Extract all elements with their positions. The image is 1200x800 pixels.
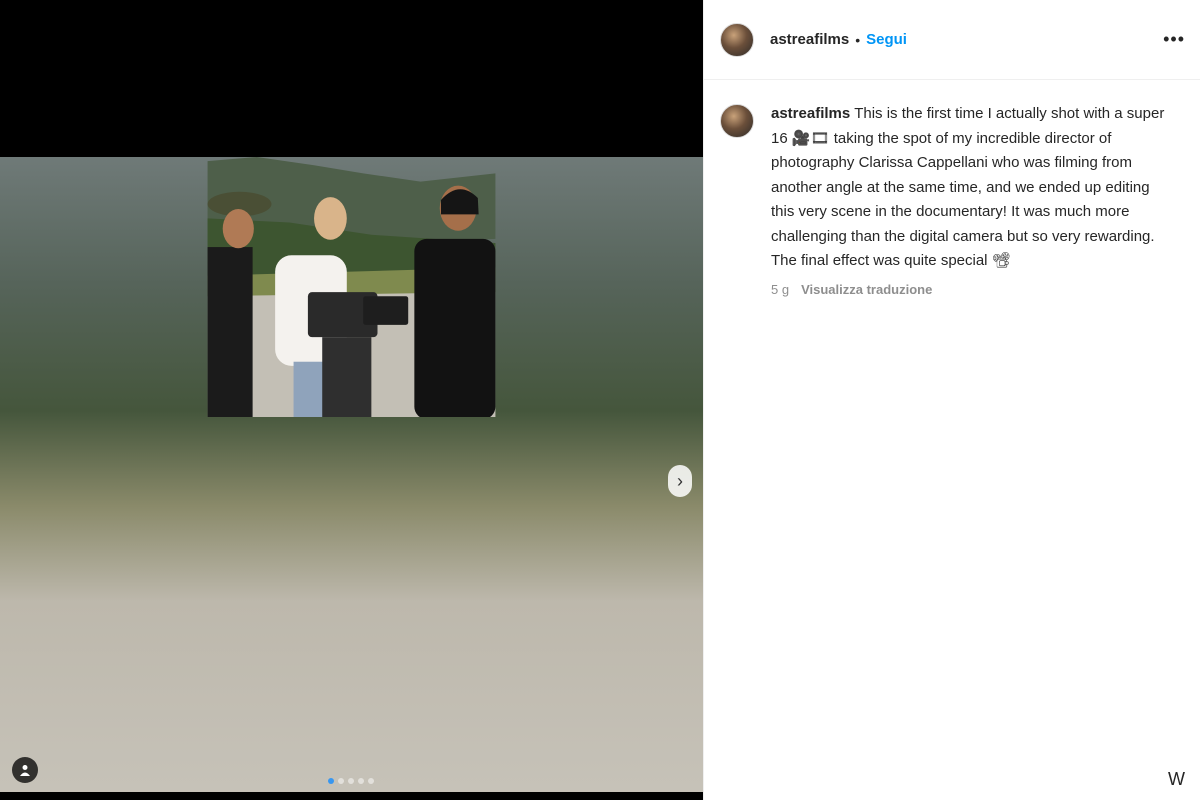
carousel-dot [328,778,334,784]
chevron-right-icon: › [677,470,683,491]
caption-avatar[interactable] [720,104,754,138]
caption-body: astreafilms This is the first time I actu… [771,102,1171,297]
carousel-dot [338,778,344,784]
post-header: astreafilms • Segui ••• [704,0,1200,80]
more-options-icon[interactable]: ••• [1163,29,1185,50]
header-username[interactable]: astreafilms [770,31,849,48]
caption-text: This is the first time I actually shot w… [771,105,1165,269]
post-media: › [0,0,703,800]
user-tag-icon [20,765,30,776]
carousel-indicator [328,778,374,784]
carousel-dot [358,778,364,784]
photo-background [207,157,496,417]
caption-username[interactable]: astreafilms [771,105,850,122]
caption-meta: 5 g Visualizza traduzione [771,282,1171,297]
post-caption: astreafilms This is the first time I actu… [704,80,1200,297]
avatar[interactable] [720,22,754,57]
caption-text-block: astreafilms This is the first time I actu… [771,102,1171,274]
post-side-panel: astreafilms • Segui ••• astreafilms This … [703,0,1200,800]
post-photo[interactable] [0,157,703,792]
carousel-dot [348,778,354,784]
user-tag-button[interactable] [12,757,38,783]
follow-button[interactable]: Segui [866,31,907,48]
post-time[interactable]: 5 g [771,282,789,297]
translate-button[interactable]: Visualizza traduzione [801,282,932,297]
carousel-dot [368,778,374,784]
logo-icon: W [1168,769,1185,789]
separator-dot: • [855,31,861,48]
carousel-next-button[interactable]: › [668,465,692,497]
